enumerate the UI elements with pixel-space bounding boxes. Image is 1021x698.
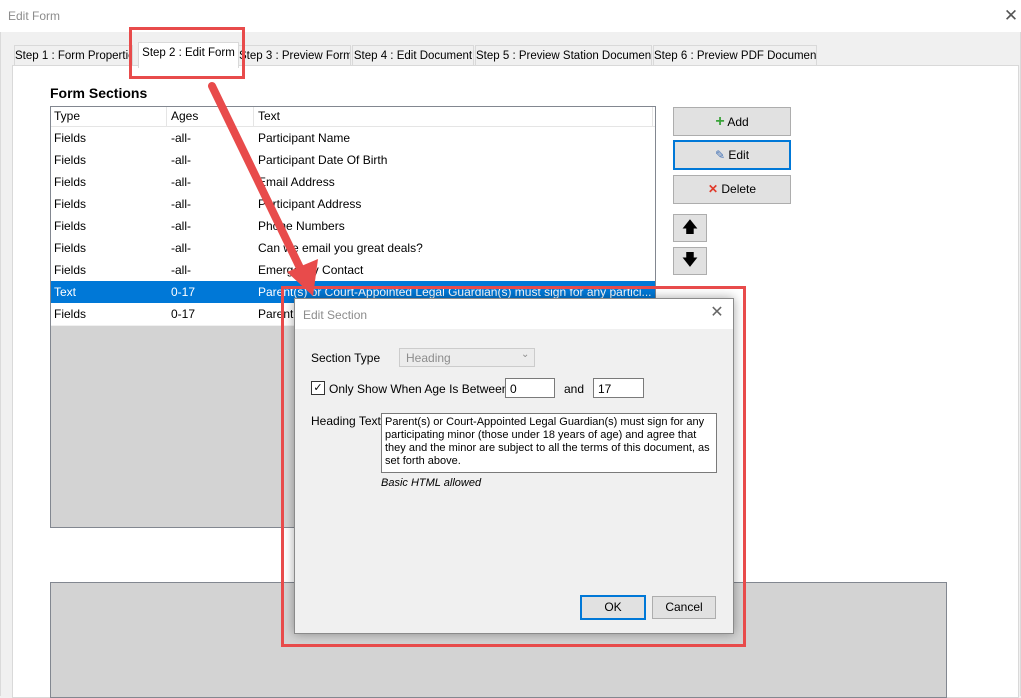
annotation-arrow — [208, 82, 318, 296]
tab-edit-form[interactable]: Step 2 : Edit Form — [138, 42, 239, 68]
tab-label: Step 2 : Edit Form — [142, 47, 235, 59]
arrow-shaft — [208, 82, 306, 276]
